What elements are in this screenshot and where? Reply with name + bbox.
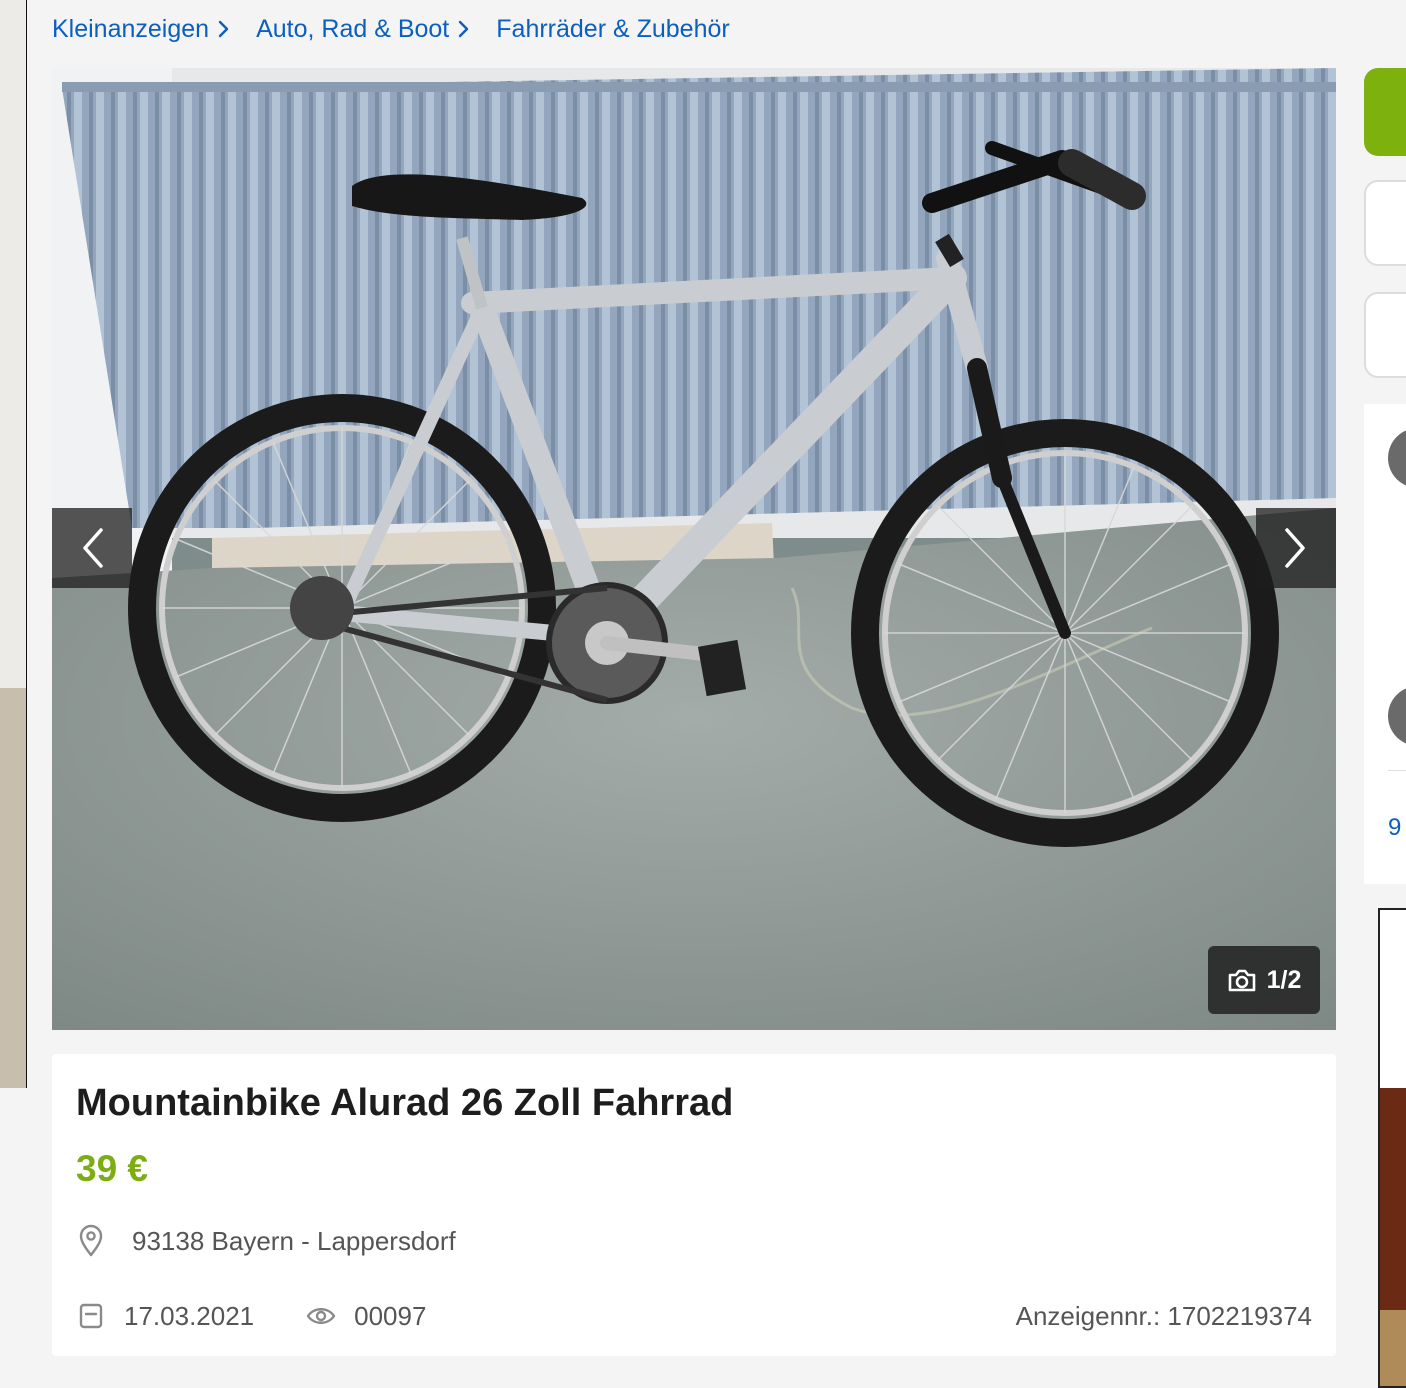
left-edge-image — [0, 688, 26, 1088]
listing-date-text: 17.03.2021 — [124, 1300, 255, 1331]
seller-info-card: 9 — [1364, 404, 1406, 884]
listing-views: 00097 — [306, 1301, 426, 1332]
sidebar-action-button[interactable] — [1364, 292, 1406, 378]
avatar[interactable] — [1388, 428, 1406, 488]
breadcrumb-label: Kleinanzeigen — [52, 14, 210, 43]
breadcrumb-label: Auto, Rad & Boot — [256, 14, 450, 43]
location-pin-icon — [79, 1224, 103, 1257]
listing-title: Mountainbike Alurad 26 Zoll Fahrrad — [76, 1082, 734, 1124]
sidebar-ad-banner[interactable] — [1378, 908, 1406, 1388]
sidebar-action-button[interactable] — [1364, 180, 1406, 266]
divider — [1388, 770, 1406, 771]
breadcrumb-item-auto-rad-boot[interactable]: Auto, Rad & Boot — [256, 15, 470, 44]
listing-price: 39 € — [76, 1148, 149, 1189]
contact-button[interactable] — [1364, 68, 1406, 156]
ad-number: Anzeigennr.: 1702219374 — [1015, 1300, 1312, 1331]
image-gallery[interactable]: 1/2 — [52, 68, 1336, 1030]
listing-meta-row: 17.03.2021 00097 Anzeigennr.: 1702219374 — [76, 1296, 1312, 1336]
seller-partial-number[interactable]: 9 — [1388, 814, 1401, 842]
calendar-icon — [79, 1303, 103, 1329]
chevron-left-icon — [83, 528, 103, 568]
gallery-prev-button[interactable] — [52, 508, 132, 588]
avatar[interactable] — [1388, 686, 1406, 746]
left-page-edge — [0, 0, 27, 1088]
breadcrumb: Kleinanzeigen Auto, Rad & Boot Fahrräder… — [52, 12, 730, 46]
listing-date: 17.03.2021 — [76, 1301, 254, 1332]
chevron-right-icon — [1285, 528, 1305, 568]
listing-location: 93138 Bayern - Lappersdorf — [76, 1224, 456, 1258]
breadcrumb-item-fahrraeder-zubehoer[interactable]: Fahrräder & Zubehör — [496, 15, 729, 44]
camera-icon — [1228, 969, 1255, 992]
image-counter-text: 1/2 — [1266, 965, 1302, 994]
breadcrumb-label: Fahrräder & Zubehör — [496, 14, 730, 43]
ad-image-detail — [1380, 1310, 1406, 1386]
breadcrumb-item-kleinanzeigen[interactable]: Kleinanzeigen — [52, 15, 230, 44]
location-text: 93138 Bayern - Lappersdorf — [132, 1225, 456, 1256]
chevron-right-icon — [218, 20, 229, 38]
gallery-next-button[interactable] — [1256, 508, 1336, 588]
image-counter-badge[interactable]: 1/2 — [1208, 946, 1320, 1014]
chevron-right-icon — [459, 20, 469, 38]
listing-photo — [52, 68, 1336, 1030]
listing-details-card: Mountainbike Alurad 26 Zoll Fahrrad 39 €… — [52, 1054, 1336, 1356]
eye-icon — [306, 1308, 336, 1324]
listing-views-text: 00097 — [354, 1300, 427, 1331]
